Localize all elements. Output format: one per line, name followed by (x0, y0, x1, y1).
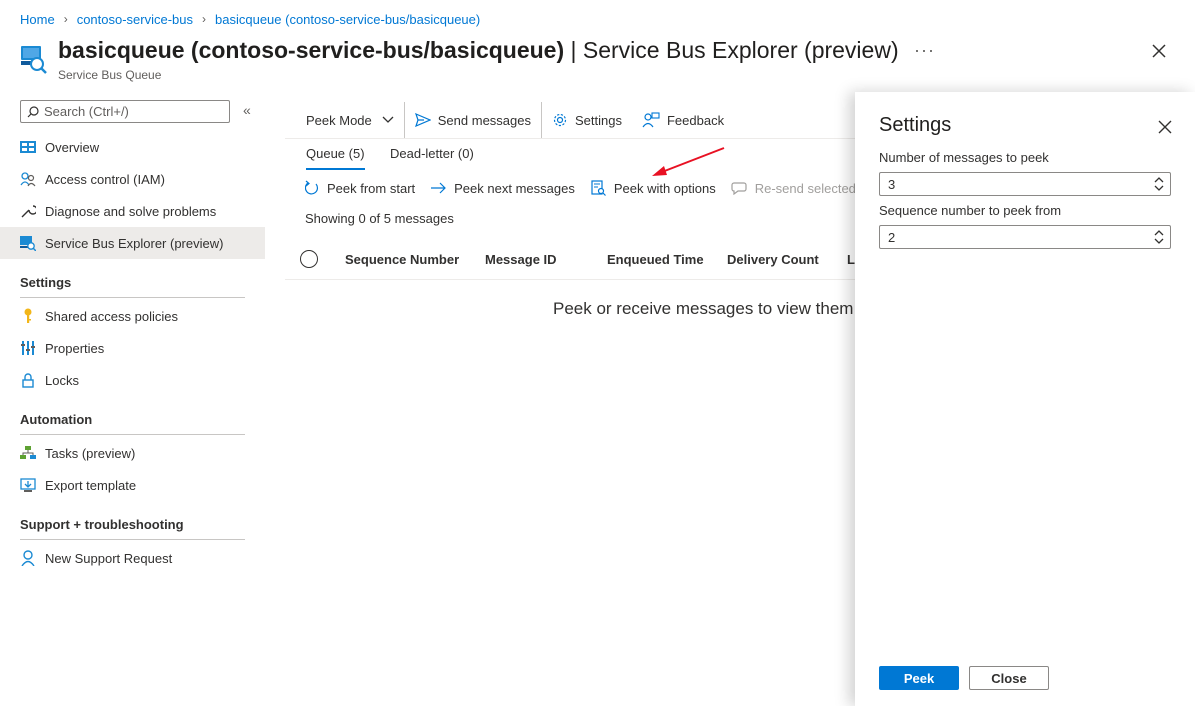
people-icon (20, 171, 36, 187)
spinner-icon[interactable] (1154, 175, 1164, 193)
sidebar-item-service-bus-explorer[interactable]: Service Bus Explorer (preview) (0, 227, 265, 259)
chevron-right-icon: › (202, 12, 207, 26)
close-button[interactable]: Close (969, 666, 1049, 690)
close-icon[interactable] (1150, 42, 1168, 60)
messages-count-field[interactable]: 3 (879, 172, 1171, 196)
sidebar-item-locks[interactable]: Locks (0, 364, 265, 396)
annotation-arrow (652, 147, 725, 176)
peek-from-start-button[interactable]: Peek from start (305, 180, 415, 196)
messages-count-label: Number of messages to peek (879, 150, 1049, 165)
column-sequence-number[interactable]: Sequence Number (345, 252, 459, 267)
page-title: basicqueue (contoso-service-bus/basicque… (58, 37, 899, 63)
message-count-text: Showing 0 of 5 messages (305, 211, 454, 226)
breadcrumb-namespace[interactable]: contoso-service-bus (77, 12, 193, 27)
command-bar: Peek Mode Send messages Settings Feedbac… (296, 101, 734, 139)
more-options-icon[interactable]: ··· (914, 40, 935, 61)
peek-button[interactable]: Peek (879, 666, 959, 690)
wrench-icon (20, 203, 36, 219)
gear-icon (553, 113, 567, 127)
send-icon (414, 113, 431, 127)
peek-with-options-button[interactable]: Peek with options (590, 180, 716, 196)
messages-table-header: Sequence Number Message ID Enqueued Time… (285, 240, 862, 280)
select-all-radio[interactable] (300, 250, 318, 268)
feedback-button[interactable]: Feedback (632, 102, 734, 138)
service-bus-queue-icon (21, 46, 47, 74)
peek-actions: Peek from start Peek next messages Peek … (305, 178, 885, 198)
settings-panel: Settings Number of messages to peek 3 Se… (855, 92, 1195, 706)
sidebar-item-overview[interactable]: Overview (0, 131, 265, 163)
tab-dead-letter[interactable]: Dead-letter (0) (390, 146, 474, 170)
export-icon (20, 477, 36, 493)
column-delivery-count[interactable]: Delivery Count (727, 252, 819, 267)
page-subtitle: Service Bus Queue (58, 68, 162, 82)
tab-queue[interactable]: Queue (5) (306, 146, 365, 170)
collapse-sidebar-icon[interactable]: « (243, 102, 251, 118)
sidebar-item-new-support-request[interactable]: New Support Request (0, 542, 265, 574)
overview-icon (20, 139, 36, 155)
chevron-down-icon (382, 116, 394, 123)
column-enqueued-time[interactable]: Enqueued Time (607, 252, 704, 267)
toolbar-separator (285, 138, 855, 139)
sidebar-item-export-template[interactable]: Export template (0, 469, 265, 501)
settings-button[interactable]: Settings (542, 102, 632, 138)
section-settings: Settings (20, 275, 245, 298)
resend-icon (731, 182, 747, 195)
peek-mode-dropdown[interactable]: Peek Mode (296, 102, 404, 138)
key-icon (20, 308, 36, 324)
empty-state-text: Peek or receive messages to view them (553, 299, 854, 318)
breadcrumb-home[interactable]: Home (20, 12, 55, 27)
column-message-id[interactable]: Message ID (485, 252, 557, 267)
spinner-icon[interactable] (1154, 228, 1164, 246)
section-support: Support + troubleshooting (20, 517, 245, 540)
resend-selected-button[interactable]: Re-send selected m (731, 181, 870, 196)
sidebar-item-tasks[interactable]: Tasks (preview) (0, 437, 265, 469)
chevron-right-icon: › (63, 12, 68, 26)
feedback-icon (642, 112, 660, 128)
properties-icon (20, 340, 36, 356)
breadcrumb-queue[interactable]: basicqueue (contoso-service-bus/basicque… (215, 12, 480, 27)
document-search-icon (591, 180, 606, 196)
arrow-right-icon (431, 182, 446, 194)
panel-title: Settings (879, 114, 952, 136)
sidebar-item-shared-access[interactable]: Shared access policies (0, 300, 265, 332)
search-icon (27, 105, 39, 117)
peek-next-messages-button[interactable]: Peek next messages (430, 181, 575, 196)
tasks-icon (20, 445, 36, 461)
send-messages-button[interactable]: Send messages (405, 102, 541, 138)
explorer-icon (20, 235, 36, 251)
search-input[interactable]: Search (Ctrl+/) (20, 100, 230, 123)
sidebar-item-diagnose[interactable]: Diagnose and solve problems (0, 195, 265, 227)
support-icon (20, 550, 36, 566)
sidebar-item-properties[interactable]: Properties (0, 332, 265, 364)
close-icon[interactable] (1157, 119, 1173, 135)
sidebar-item-access-control[interactable]: Access control (IAM) (0, 163, 265, 195)
refresh-icon (305, 180, 319, 195)
breadcrumb: Home › contoso-service-bus › basicqueue … (20, 10, 480, 28)
sequence-number-label: Sequence number to peek from (879, 203, 1062, 218)
lock-icon (20, 372, 36, 388)
section-automation: Automation (20, 412, 245, 435)
sequence-number-field[interactable]: 2 (879, 225, 1171, 249)
